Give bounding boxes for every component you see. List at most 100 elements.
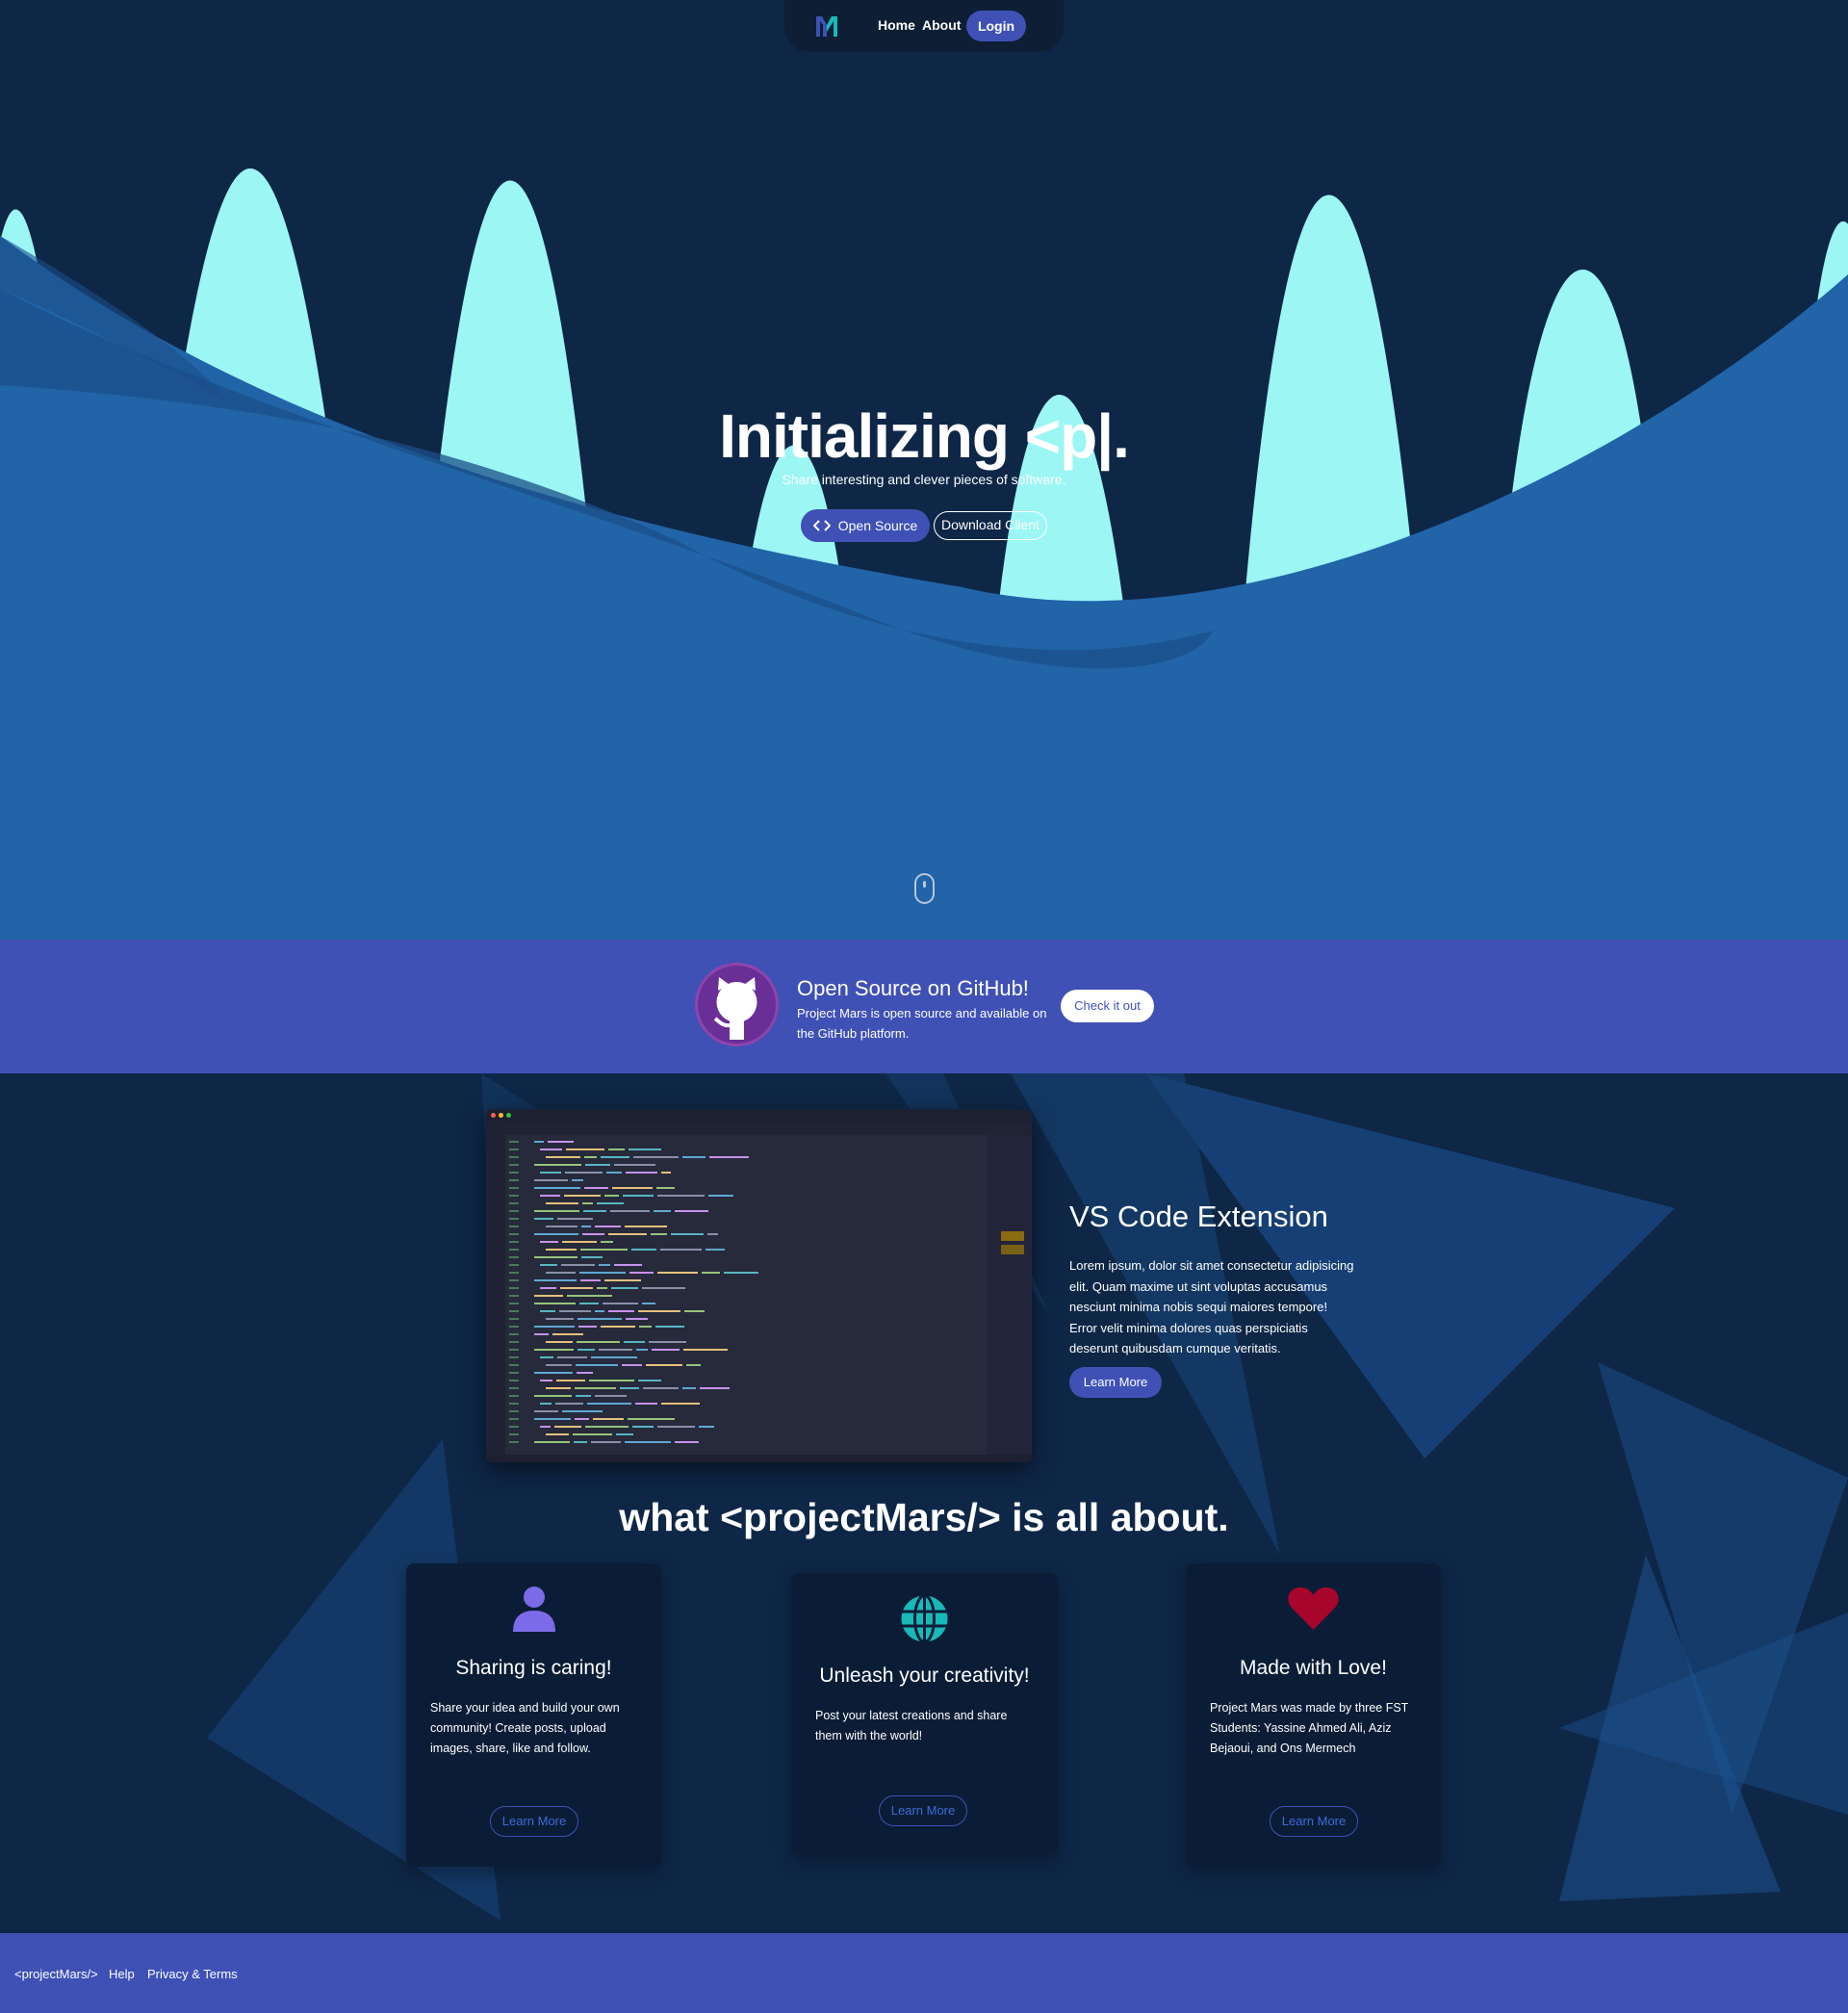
code-token-mark [540,1380,552,1381]
code-token-mark [636,1349,648,1351]
code-token-mark [608,1310,634,1312]
code-token-mark [682,1387,696,1389]
code-token-mark [574,1441,587,1443]
check-it-out-button[interactable]: Check it out [1061,990,1154,1022]
card-learn-more-button[interactable]: Learn More [879,1795,967,1826]
line-number-mark [509,1187,519,1189]
line-number-mark [509,1326,519,1328]
code-token-mark [534,1349,574,1351]
code-token-mark [675,1210,708,1212]
open-source-button[interactable]: Open Source [801,509,930,542]
code-token-mark [599,1349,632,1351]
code-token-mark [565,1172,603,1174]
code-token-mark [546,1272,576,1274]
code-token-mark [584,1156,597,1158]
hero-subtitle: Share interesting and clever pieces of s… [782,472,1066,487]
code-token-mark [686,1364,701,1366]
card-title: Unleash your creativity! [819,1665,1030,1687]
code-token-mark [626,1318,648,1320]
line-number-mark [509,1380,519,1381]
code-token-mark [599,1264,610,1266]
code-token-mark [608,1148,625,1150]
code-token-mark [552,1333,583,1335]
maximize-dot [506,1113,511,1118]
github-octocat-icon [713,977,757,1040]
code-token-mark [657,1426,695,1428]
code-token-mark [546,1387,571,1389]
code-token-mark [534,1441,570,1443]
code-token-mark [540,1264,557,1266]
code-token-mark [625,1226,667,1227]
code-token-mark [622,1364,642,1366]
code-token-mark [589,1380,634,1381]
line-number-mark [509,1418,519,1420]
code-token-mark [534,1179,568,1181]
line-number-mark [509,1441,519,1443]
code-token-mark [575,1418,589,1420]
code-token-mark [657,1195,705,1197]
code-token-mark [534,1372,573,1374]
github-banner-text: Project Mars is open source and availabl… [797,1006,1047,1041]
code-token-mark [581,1226,591,1227]
code-token-mark [561,1264,595,1266]
close-dot [491,1113,496,1118]
code-token-mark [638,1310,680,1312]
scroll-mouse-icon[interactable] [914,873,935,904]
code-token-mark [631,1249,656,1251]
code-token-mark [591,1356,637,1358]
line-number-mark [509,1387,519,1389]
code-token-mark [572,1179,583,1181]
code-token-mark [534,1326,575,1328]
code-token-mark [534,1418,571,1420]
card-learn-more-button[interactable]: Learn More [490,1806,578,1837]
line-number-mark [509,1295,519,1297]
line-number-mark [509,1333,519,1335]
code-token-mark [611,1287,638,1289]
line-number-mark [509,1395,519,1397]
footer-privacy-link[interactable]: Privacy & Terms [147,1967,238,1981]
code-token-mark [580,1249,628,1251]
line-number-mark [509,1233,519,1235]
line-number-mark [509,1241,519,1243]
line-number-mark [509,1372,519,1374]
line-number-mark [509,1172,519,1174]
footer-brand[interactable]: <projectMars/> [14,1967,98,1981]
code-token-mark [595,1310,604,1312]
code-token-mark [661,1172,671,1174]
line-number-mark [509,1364,519,1366]
code-token-mark [546,1433,569,1435]
code-token-mark [708,1195,733,1197]
code-token-mark [655,1326,684,1328]
code-token-mark [583,1210,606,1212]
code-token-mark [603,1303,638,1304]
code-token-mark [604,1195,619,1197]
login-button[interactable]: Login [966,11,1026,41]
code-token-mark [684,1310,705,1312]
code-token-mark [671,1233,704,1235]
footer-help-link[interactable]: Help [109,1967,135,1981]
project-mars-logo[interactable] [813,13,840,39]
code-token-mark [706,1249,725,1251]
code-token-mark [578,1349,595,1351]
vscode-title: VS Code Extension [1069,1200,1328,1233]
download-client-button[interactable]: Download Client [934,511,1047,540]
code-token-mark [578,1318,622,1320]
nav-home-link[interactable]: Home [878,17,915,33]
code-token-mark [657,1272,698,1274]
code-token-mark [548,1141,574,1143]
nav-about-link[interactable]: About [922,17,961,33]
code-token-mark [534,1256,578,1258]
vscode-learn-more-button[interactable]: Learn More [1069,1367,1162,1398]
heart-icon [1288,1587,1339,1630]
line-number-mark [509,1202,519,1204]
code-token-mark [699,1426,714,1428]
code-token-mark [557,1218,593,1220]
github-banner: Open Source on GitHub! Project Mars is o… [0,940,1848,1073]
code-token-mark [582,1202,593,1204]
code-token-mark [591,1441,621,1443]
code-token-mark [646,1364,682,1366]
card-learn-more-button[interactable]: Learn More [1270,1806,1358,1837]
editor-activity-bar [486,1122,505,1462]
line-number-mark [509,1349,519,1351]
card-text: Project Mars was made by three FST Stude… [1210,1701,1409,1755]
